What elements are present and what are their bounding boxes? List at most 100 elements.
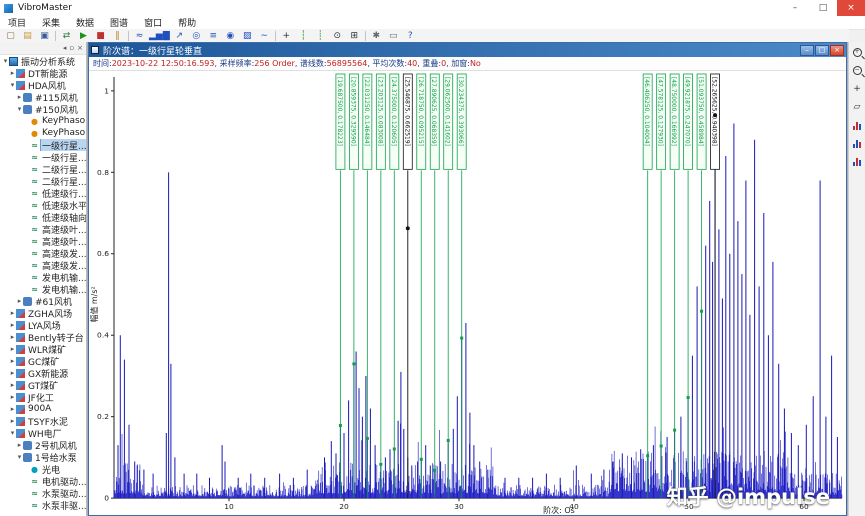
tree-item[interactable]: ▸ JF化工 [0,391,86,403]
tree-item[interactable]: ▸ LYA风场 [0,319,86,331]
help-icon[interactable]: ? [402,30,419,42]
cascade-chart-icon[interactable]: ▨ [239,30,256,42]
bode-chart-icon[interactable]: ∼ [256,30,273,42]
zoom-out-icon[interactable]: − [851,64,864,77]
chart-style-red-icon[interactable] [851,118,864,131]
connect-device-icon[interactable]: ⇄ [58,30,75,42]
tree-item[interactable]: ▾ #150风机 [0,103,86,115]
pause-acquisition-icon[interactable]: ‖ [109,30,126,42]
child-minimize-button[interactable]: – [800,44,814,56]
tree-expander-icon[interactable]: ▸ [9,393,16,401]
tree-item[interactable]: ▸ 2号机风机 [0,439,86,451]
tree-item[interactable]: ≈ 高速级叶... [0,223,86,236]
window-maximize-button[interactable]: □ [809,0,837,16]
tree-item[interactable]: ≈ 一级行星... [0,139,86,151]
chart-style-blue-icon[interactable] [851,136,864,149]
zoom-in-icon[interactable]: + [851,46,864,59]
tree-item[interactable]: ▾ 振动分析系统 [0,55,86,67]
tree-item[interactable]: ▸ GT煤矿 [0,379,86,391]
tree-item[interactable]: ● 光电 [0,463,86,476]
trend-chart-icon[interactable]: ↗ [171,30,188,42]
spectrum-chart-icon[interactable]: ▂▅▇ [148,30,171,42]
tree-item[interactable]: ▸ TSYF水泥 [0,415,86,427]
waterfall-chart-icon[interactable]: ≡ [205,30,222,42]
tree-item[interactable]: ≈ 高速级发... [0,259,86,272]
child-close-button[interactable]: × [830,44,844,56]
menu-item[interactable]: 项目 [0,16,34,29]
window-close-button[interactable]: × [837,0,865,16]
tree-item[interactable]: ≈ 二级行星... [0,175,86,188]
tree-item[interactable]: ▸ Bently转子台 [0,331,86,343]
tree-item[interactable]: ≈ 低速级行... [0,187,86,200]
spectrum-plot[interactable]: 00.20.40.60.8110 20 30 40 50 60幅值 m/s²阶次: Os[… [89,71,846,515]
tree-item[interactable]: ≈ 一级行星... [0,151,86,164]
tree-item[interactable]: ▸ ZGHA风场 [0,307,86,319]
tree-item[interactable]: ≈ 高速级发... [0,247,86,260]
tree-item[interactable]: ≈ 低速级水平 [0,199,86,212]
tree-item[interactable]: ≈ 电机驱动... [0,475,86,488]
menu-item[interactable]: 采集 [34,16,68,29]
tree-item[interactable]: ▸ GX新能源 [0,367,86,379]
tree-item[interactable]: ▸ #115风机 [0,91,86,103]
tree-expander-icon[interactable]: ▸ [9,345,16,353]
tree-expander-icon[interactable]: ▸ [16,441,23,449]
tree-item[interactable]: ● KeyPhaso... [0,115,86,127]
tree-item[interactable]: ▸ #61风机 [0,295,86,307]
new-project-icon[interactable]: ▢ [2,30,19,42]
cursor-icon[interactable]: + [278,30,295,42]
window-minimize-button[interactable]: – [781,0,809,16]
tree-expander-icon[interactable]: ▸ [9,309,16,317]
erase-marks-icon[interactable]: ▱ [851,100,864,113]
report-icon[interactable]: ▭ [385,30,402,42]
tree-item[interactable]: ▸ DT新能源 [0,67,86,79]
tree-item[interactable]: ≈ 水泵驱动... [0,487,86,500]
zoom-tool-icon[interactable]: ⊙ [329,30,346,42]
tree-item[interactable]: ▾ 1号给水泵 [0,451,86,463]
tree-expander-icon[interactable]: ▸ [9,369,16,377]
chart-style-mixed-icon[interactable] [851,154,864,167]
tree-expander-icon[interactable]: ▸ [9,333,16,341]
tree-item[interactable]: ● KeyPhaso... [0,127,86,139]
tree-expander-icon[interactable]: ▸ [9,381,16,389]
tree-item[interactable]: ≈ 二级行星... [0,163,86,176]
tree-expander-icon[interactable]: ▸ [9,357,16,365]
tree-expander-icon[interactable]: ▾ [2,57,9,65]
tree-item[interactable]: ▸ 900A [0,403,86,415]
start-acquisition-icon[interactable]: ▶ [75,30,92,42]
tree-item[interactable]: ≈ 低速级轴向 [0,211,86,224]
tree-expander-icon[interactable]: ▸ [16,297,23,305]
tree-expander-icon[interactable]: ▸ [16,93,23,101]
tree-expander-icon[interactable]: ▾ [9,429,16,437]
tree-item[interactable]: ▸ WLR煤矿 [0,343,86,355]
save-icon[interactable]: ▣ [36,30,53,42]
tree-item[interactable]: ≈ 发电机输... [0,283,86,296]
tree-expander-icon[interactable]: ▸ [9,69,16,77]
window-titlebar[interactable]: VibroMaster – □ × [0,0,865,17]
tree-item[interactable]: ≈ 发电机输... [0,271,86,284]
tree-expander-icon[interactable]: ▾ [16,105,23,113]
spectrum-window-titlebar[interactable]: 阶次谱：一级行星轮垂直 – □ × [89,43,846,57]
panel-pin-icon[interactable]: ▫ [69,44,74,52]
tree-expander-icon[interactable]: ▸ [9,321,16,329]
tree-expander-icon[interactable]: ▾ [16,453,23,461]
tree-item[interactable]: ▸ GC煤矿 [0,355,86,367]
child-maximize-button[interactable]: □ [815,44,829,56]
tree-item[interactable]: ▾ HDA风机 [0,79,86,91]
tree-expander-icon[interactable]: ▸ [9,405,16,413]
panel-close-icon[interactable]: × [77,44,83,52]
stop-acquisition-icon[interactable]: ■ [92,30,109,42]
menu-item[interactable]: 帮助 [170,16,204,29]
tree-expander-icon[interactable]: ▾ [9,81,16,89]
polar-chart-icon[interactable]: ◉ [222,30,239,42]
waveform-chart-icon[interactable]: ≈ [131,30,148,42]
spectrum-chart[interactable]: 0 0.2 0.4 0.6 0.8 1 10 20 30 40 50 60 幅值 m/s² 阶次: Os[… [89,71,846,515]
menu-item[interactable]: 数据 [68,16,102,29]
panel-back-icon[interactable]: ◂ [63,44,67,52]
tree-item[interactable]: ▾ WH电厂 [0,427,86,439]
pan-icon[interactable]: + [851,82,864,95]
tree-expander-icon[interactable]: ▸ [9,417,16,425]
menu-item[interactable]: 窗口 [136,16,170,29]
open-project-icon[interactable]: ▤ [19,30,36,42]
tree-item[interactable]: ≈ 水泵非驱... [0,499,86,512]
harmonic-cursor-icon[interactable]: ┆ [295,30,312,42]
